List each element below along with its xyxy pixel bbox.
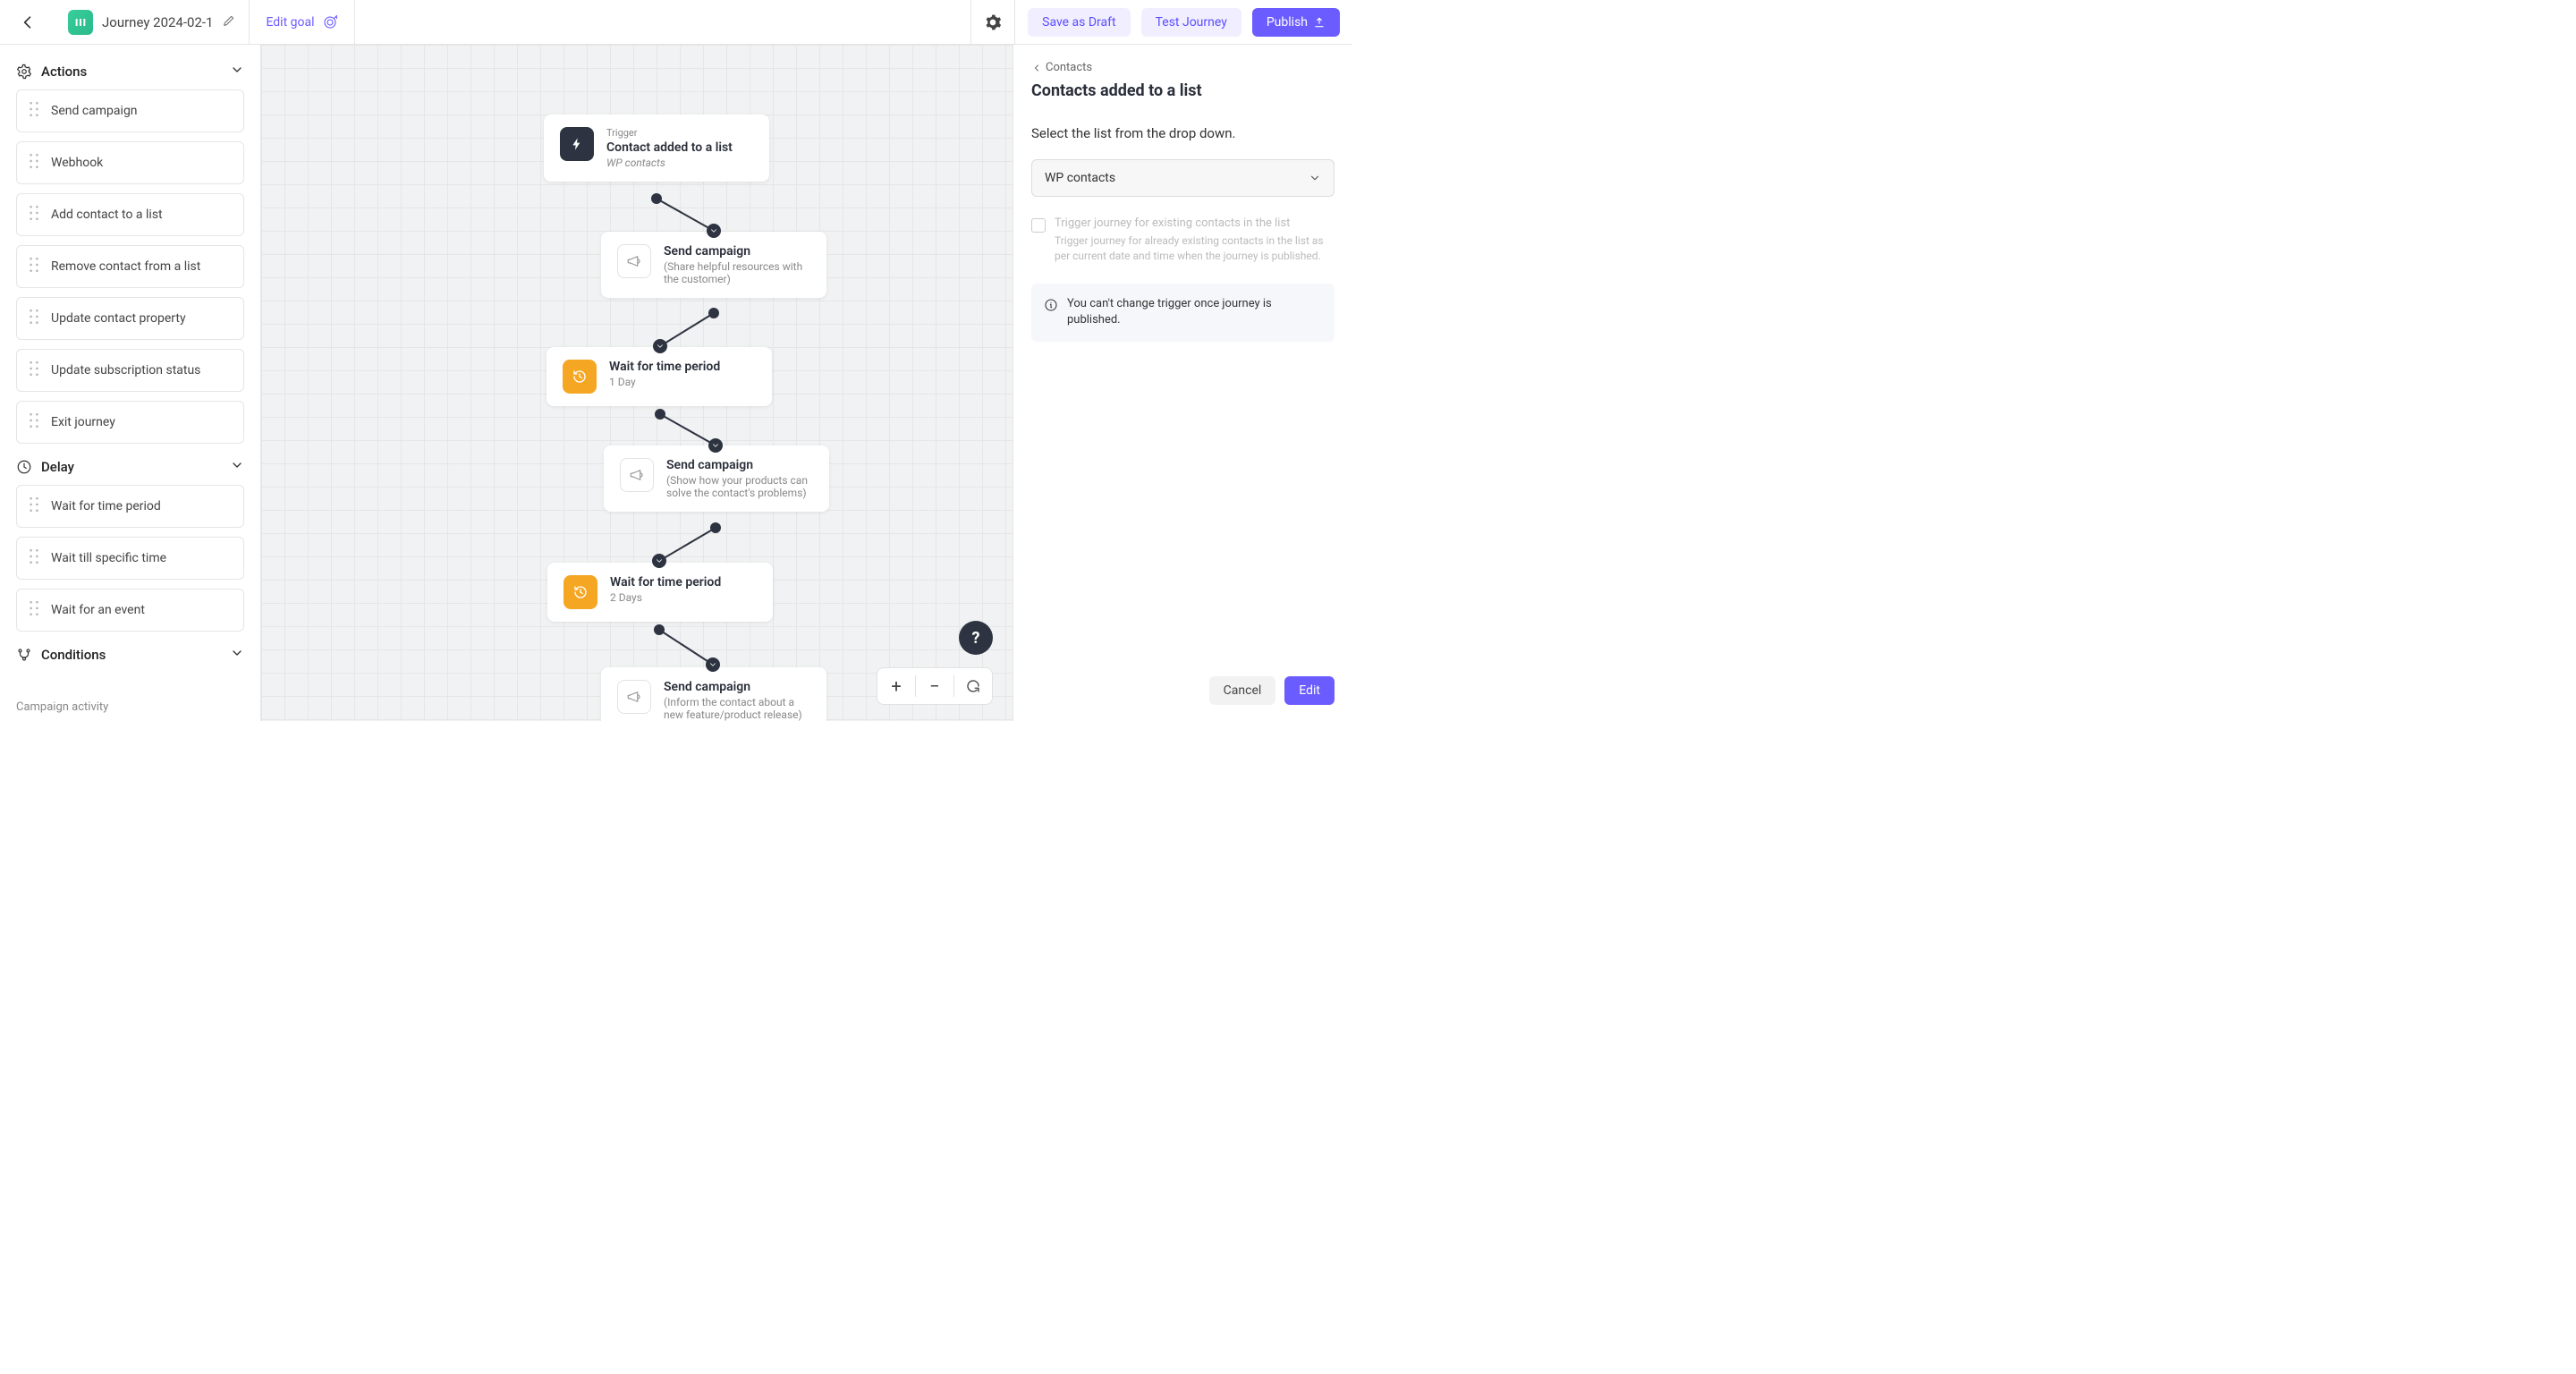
canvas-node-action[interactable]: Send campaign(Show how your products can…: [604, 445, 829, 512]
journey-canvas[interactable]: TriggerContact added to a listWP contact…: [261, 45, 1013, 721]
connector-dot: [710, 522, 721, 533]
publish-button[interactable]: Publish: [1252, 8, 1340, 37]
grip-icon: [28, 205, 40, 225]
connector-dot: [651, 193, 662, 204]
history-icon: [563, 360, 597, 394]
sidebar-section-delay[interactable]: Delay: [16, 453, 244, 485]
list-select[interactable]: WP contacts: [1031, 159, 1335, 197]
megaphone-icon: [620, 458, 654, 492]
action-item[interactable]: Update contact property: [16, 297, 244, 340]
panel-title: Contacts added to a list: [1031, 81, 1335, 100]
grip-icon: [28, 600, 40, 620]
grip-icon: [28, 153, 40, 173]
canvas-node-delay[interactable]: Wait for time period2 Days: [547, 563, 773, 622]
upload-icon: [1313, 16, 1326, 29]
zoom-reset-button[interactable]: [954, 668, 992, 704]
chevron-down-icon: [230, 458, 244, 472]
canvas-node-action[interactable]: Send campaign(Share helpful resources wi…: [601, 232, 826, 298]
rename-icon[interactable]: [222, 13, 236, 31]
action-item[interactable]: Update subscription status: [16, 349, 244, 392]
edit-goal-label: Edit goal: [266, 15, 314, 30]
action-item[interactable]: Exit journey: [16, 401, 244, 444]
chevron-down-icon: [1309, 172, 1321, 184]
grip-icon: [28, 496, 40, 516]
connector-expand[interactable]: [652, 554, 666, 568]
grip-icon: [28, 309, 40, 328]
megaphone-icon: [617, 680, 651, 714]
breadcrumb-back[interactable]: Contacts: [1031, 61, 1335, 74]
megaphone-icon: [617, 244, 651, 278]
connector-dot: [708, 308, 719, 318]
existing-contacts-checkbox[interactable]: [1031, 218, 1046, 233]
app-logo: [68, 10, 93, 35]
panel-instruction: Select the list from the drop down.: [1031, 125, 1335, 141]
journey-title: Journey 2024-02-1: [102, 14, 213, 30]
cancel-button[interactable]: Cancel: [1209, 676, 1276, 705]
connector-dot: [655, 409, 665, 420]
settings-button[interactable]: [970, 0, 1015, 45]
chevron-down-icon: [230, 646, 244, 660]
existing-contacts-checkbox-row: Trigger journey for existing contacts in…: [1031, 216, 1335, 264]
test-journey-button[interactable]: Test Journey: [1141, 8, 1241, 37]
topbar: Journey 2024-02-1 Edit goal Save as Draf…: [0, 0, 1352, 45]
action-item[interactable]: Send campaign: [16, 89, 244, 132]
sidebar-section-actions[interactable]: Actions: [16, 57, 244, 89]
delay-item[interactable]: Wait till specific time: [16, 537, 244, 580]
delay-item[interactable]: Wait for an event: [16, 589, 244, 632]
connector-dot: [654, 624, 665, 635]
connector-expand[interactable]: [708, 438, 723, 453]
action-item[interactable]: Remove contact from a list: [16, 245, 244, 288]
action-item[interactable]: Add contact to a list: [16, 193, 244, 236]
zoom-controls: + −: [877, 667, 993, 705]
checkbox-help: Trigger journey for already existing con…: [1055, 233, 1335, 264]
grip-icon: [28, 360, 40, 380]
target-icon: [322, 14, 338, 30]
gear-icon: [984, 13, 1002, 31]
journey-title-segment: Journey 2024-02-1: [55, 0, 250, 44]
grip-icon: [28, 548, 40, 568]
grip-icon: [28, 101, 40, 121]
help-button[interactable]: ?: [959, 621, 993, 655]
canvas-node-trigger[interactable]: TriggerContact added to a listWP contact…: [544, 114, 769, 182]
bolt-icon: [560, 127, 594, 161]
action-item[interactable]: Webhook: [16, 141, 244, 184]
edit-goal-button[interactable]: Edit goal: [250, 0, 354, 44]
info-callout: You can't change trigger once journey is…: [1031, 284, 1335, 343]
delay-item[interactable]: Wait for time period: [16, 485, 244, 528]
right-panel: Contacts Contacts added to a list Select…: [1013, 45, 1352, 721]
canvas-node-action[interactable]: Send campaign(Inform the contact about a…: [601, 667, 826, 721]
edit-button[interactable]: Edit: [1284, 676, 1335, 705]
back-button[interactable]: [0, 0, 55, 44]
checkbox-label: Trigger journey for existing contacts in…: [1055, 216, 1335, 230]
connector-expand[interactable]: [653, 339, 667, 353]
sidebar-section-conditions[interactable]: Conditions: [16, 640, 244, 673]
save-draft-button[interactable]: Save as Draft: [1028, 8, 1130, 37]
canvas-node-delay[interactable]: Wait for time period1 Day: [547, 347, 772, 406]
history-icon: [564, 575, 597, 609]
sidebar: Actions Send campaign Webhook Add contact …: [0, 45, 261, 721]
clock-icon: [16, 459, 32, 475]
chevron-down-icon: [230, 63, 244, 77]
info-icon: [1044, 298, 1058, 312]
connector-expand[interactable]: [706, 657, 720, 672]
sidebar-footer: Campaign activity: [16, 693, 244, 714]
grip-icon: [28, 412, 40, 432]
connector-expand[interactable]: [707, 224, 721, 238]
list-select-value: WP contacts: [1045, 171, 1115, 185]
gear-icon: [16, 64, 32, 80]
branch-icon: [16, 647, 32, 663]
grip-icon: [28, 257, 40, 276]
zoom-in-button[interactable]: +: [877, 668, 915, 704]
chevron-left-icon: [1031, 63, 1042, 73]
publish-label: Publish: [1267, 15, 1308, 30]
zoom-out-button[interactable]: −: [916, 668, 953, 704]
